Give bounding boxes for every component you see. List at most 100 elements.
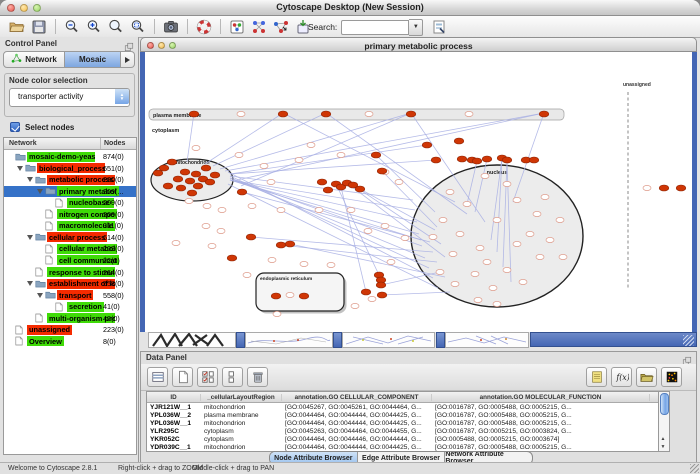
network-node-selected[interactable] bbox=[376, 282, 386, 288]
scroll-up-icon[interactable]: ▲ bbox=[659, 435, 667, 443]
zoom-fit-button[interactable] bbox=[106, 18, 126, 36]
unselect-attributes-button[interactable] bbox=[222, 367, 243, 387]
network-edge[interactable] bbox=[382, 292, 450, 295]
table-cell[interactable]: YPL036W__2 bbox=[147, 412, 201, 419]
table-cell[interactable]: YKR052C bbox=[147, 436, 201, 443]
open-folder-button[interactable] bbox=[7, 18, 27, 36]
network-node-unselected[interactable] bbox=[208, 243, 216, 248]
table-cell[interactable]: cytoplasm bbox=[201, 428, 282, 435]
network-node-unselected[interactable] bbox=[315, 207, 323, 212]
network-node-selected[interactable] bbox=[180, 169, 190, 175]
table-cell[interactable]: [GO:0044464, GO:0044444, GO:0044425, G..… bbox=[282, 420, 432, 427]
table-cell[interactable]: YLR295C bbox=[147, 428, 201, 435]
tree-column-network[interactable]: Network bbox=[9, 140, 37, 147]
network-node-unselected[interactable] bbox=[248, 203, 256, 208]
zoom-in-button[interactable] bbox=[84, 18, 104, 36]
network-node-unselected[interactable] bbox=[556, 217, 564, 222]
network-node-unselected[interactable] bbox=[643, 185, 651, 190]
network-node-unselected[interactable] bbox=[217, 228, 225, 233]
float-panel-icon[interactable] bbox=[682, 353, 692, 363]
table-row-ypl036w__2[interactable]: YPL036W__2plasma membrane[GO:0044464, GO… bbox=[147, 411, 663, 419]
network-node-unselected[interactable] bbox=[368, 296, 376, 301]
network-node-unselected[interactable] bbox=[463, 201, 471, 206]
search-dropdown-arrow-icon[interactable]: ▼ bbox=[409, 19, 423, 36]
network-window-titlebar[interactable]: primary metabolic process bbox=[140, 37, 697, 52]
network-node-unselected[interactable] bbox=[481, 173, 489, 178]
network-node-selected[interactable] bbox=[361, 289, 371, 295]
network-node-unselected[interactable] bbox=[286, 292, 294, 297]
network-node-unselected[interactable] bbox=[474, 297, 482, 302]
network-node-selected[interactable] bbox=[472, 158, 482, 164]
background-window-edge[interactable] bbox=[333, 332, 342, 348]
network-node-selected[interactable] bbox=[227, 255, 237, 261]
save-button[interactable] bbox=[29, 18, 49, 36]
network-node-unselected[interactable] bbox=[277, 207, 285, 212]
network-node-selected[interactable] bbox=[422, 142, 432, 148]
table-cell[interactable]: cytoplasm bbox=[201, 436, 282, 443]
network-node-unselected[interactable] bbox=[218, 207, 226, 212]
region-plasma-membrane[interactable] bbox=[149, 109, 564, 120]
network-edge[interactable] bbox=[230, 180, 417, 222]
network-node-selected[interactable] bbox=[189, 111, 199, 117]
tree-row-transport[interactable]: transport558(0) bbox=[4, 290, 136, 301]
table-cell[interactable]: mitochondrion bbox=[201, 444, 282, 451]
network-node-selected[interactable] bbox=[167, 159, 177, 165]
network-node-selected[interactable] bbox=[539, 111, 549, 117]
network-node-selected[interactable] bbox=[482, 156, 492, 162]
table-scrollbar[interactable]: ▲ ▼ bbox=[658, 391, 670, 452]
table-cell[interactable]: [GO:0016787, GO:0005215, GO:0003824, G..… bbox=[432, 428, 650, 435]
table-cell[interactable]: YPL036W__1 bbox=[147, 420, 201, 427]
network-node-unselected[interactable] bbox=[337, 152, 345, 157]
network-node-unselected[interactable] bbox=[526, 231, 534, 236]
tree-row-establishment-of-lo[interactable]: establishment of lo558(0) bbox=[4, 278, 136, 289]
network-node-selected[interactable] bbox=[237, 189, 247, 195]
network-node-unselected[interactable] bbox=[513, 197, 521, 202]
network-node-unselected[interactable] bbox=[429, 234, 437, 239]
network-node-selected[interactable] bbox=[205, 179, 215, 185]
table-column-header[interactable]: annotation.GO CELLULAR_COMPONENT bbox=[282, 394, 432, 401]
table-row-yjr121w__1[interactable]: YJR121W__1mitochondrion[GO:0045267, GO:0… bbox=[147, 403, 663, 411]
table-column-header[interactable]: _cellularLayoutRegion bbox=[201, 394, 282, 401]
network-node-unselected[interactable] bbox=[327, 262, 335, 267]
network-node-selected[interactable] bbox=[153, 170, 163, 176]
network-node-unselected[interactable] bbox=[192, 145, 200, 150]
table-cell[interactable]: [GO:0016787, GO:0005488, GO:0005215, G..… bbox=[432, 444, 650, 451]
network-node-unselected[interactable] bbox=[436, 269, 444, 274]
background-window-sliver[interactable] bbox=[148, 332, 236, 348]
network-node-unselected[interactable] bbox=[307, 142, 315, 147]
network-node-unselected[interactable] bbox=[471, 271, 479, 276]
zoom-selected-button[interactable] bbox=[128, 18, 148, 36]
node-color-dropdown[interactable]: transporter activity ▲▼ bbox=[9, 88, 130, 107]
network-node-unselected[interactable] bbox=[347, 207, 355, 212]
network-node-selected[interactable] bbox=[377, 168, 387, 174]
network-node-unselected[interactable] bbox=[185, 198, 193, 203]
network-node-unselected[interactable] bbox=[446, 189, 454, 194]
expander-icon[interactable] bbox=[27, 281, 33, 286]
tree-row-cell-communicat[interactable]: cell communicat22(0) bbox=[4, 255, 136, 266]
network-node-unselected[interactable] bbox=[351, 303, 359, 308]
network-node-unselected[interactable] bbox=[381, 223, 389, 228]
network-node-selected[interactable] bbox=[193, 183, 203, 189]
network-node-unselected[interactable] bbox=[456, 231, 464, 236]
network-edge[interactable] bbox=[376, 155, 435, 212]
float-panel-icon[interactable] bbox=[124, 39, 134, 49]
network-node-unselected[interactable] bbox=[364, 228, 372, 233]
network-node-selected[interactable] bbox=[173, 176, 183, 182]
network-node-unselected[interactable] bbox=[295, 157, 303, 162]
network-node-selected[interactable] bbox=[317, 179, 327, 185]
network-node-unselected[interactable] bbox=[401, 235, 409, 240]
tree-row-unassigned[interactable]: unassigned223(0) bbox=[4, 324, 136, 335]
network-node-selected[interactable] bbox=[321, 111, 331, 117]
network-node-selected[interactable] bbox=[276, 242, 286, 248]
tree-row-cellular-metabol[interactable]: cellular metabol209(0) bbox=[4, 243, 136, 254]
network-node-unselected[interactable] bbox=[260, 163, 268, 168]
network-node-unselected[interactable] bbox=[536, 254, 544, 259]
network-node-selected[interactable] bbox=[278, 111, 288, 117]
network-node-selected[interactable] bbox=[454, 138, 464, 144]
network-node-unselected[interactable] bbox=[541, 194, 549, 199]
network-node-unselected[interactable] bbox=[203, 203, 211, 208]
background-window-edge[interactable] bbox=[236, 332, 245, 348]
tree-row-nitrogen-compo[interactable]: nitrogen compo209(0) bbox=[4, 209, 136, 220]
scroll-down-icon[interactable]: ▼ bbox=[659, 443, 667, 451]
table-row-ypl036w__1[interactable]: YPL036W__1mitochondrion[GO:0044464, GO:0… bbox=[147, 419, 663, 427]
